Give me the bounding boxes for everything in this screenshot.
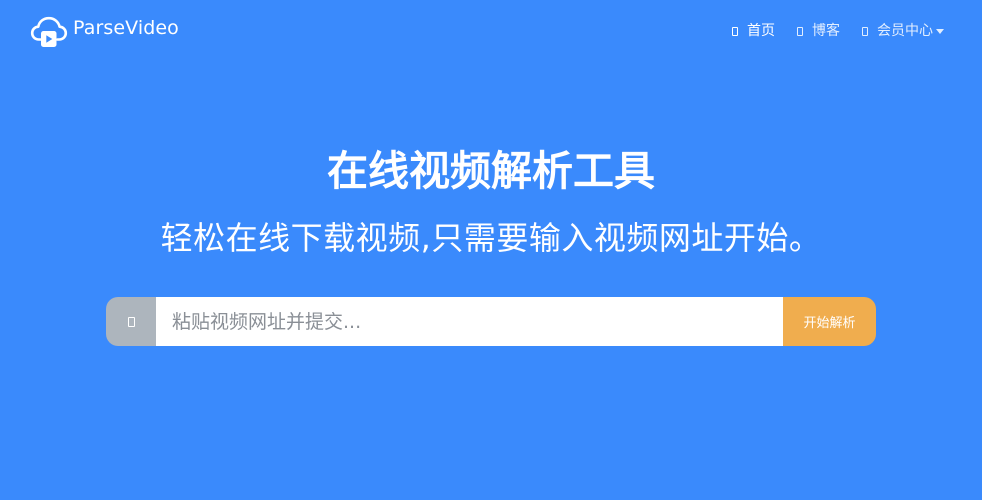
search-form: 开始解析 <box>106 297 876 346</box>
nav-item-label: 会员中心 <box>877 23 933 39</box>
start-parse-button[interactable]: 开始解析 <box>783 297 876 346</box>
page-icon <box>732 26 738 36</box>
page-title: 在线视频解析工具 <box>327 147 655 195</box>
page-subtitle: 轻松在线下载视频,只需要输入视频网址开始。 <box>160 219 822 257</box>
nav-item-label: 博客 <box>812 23 840 39</box>
brand-link[interactable]: ParseVideo <box>30 12 179 50</box>
nav-item-label: 首页 <box>747 23 775 39</box>
caret-down-icon <box>936 28 944 34</box>
brand-name: ParseVideo <box>73 16 179 39</box>
cloud-video-logo-icon <box>30 16 68 47</box>
page-icon <box>797 26 803 36</box>
top-nav: 首页 博客 会员中心 <box>710 22 944 40</box>
nav-item-home[interactable]: 首页 <box>732 22 775 40</box>
page-icon <box>862 26 868 36</box>
nav-item-blog[interactable]: 博客 <box>797 22 840 40</box>
video-url-input[interactable] <box>156 297 783 346</box>
nav-item-member-center[interactable]: 会员中心 <box>862 22 944 40</box>
navbar: ParseVideo 首页 博客 会员中心 <box>0 0 982 62</box>
link-icon <box>127 316 135 327</box>
search-addon <box>106 297 156 346</box>
